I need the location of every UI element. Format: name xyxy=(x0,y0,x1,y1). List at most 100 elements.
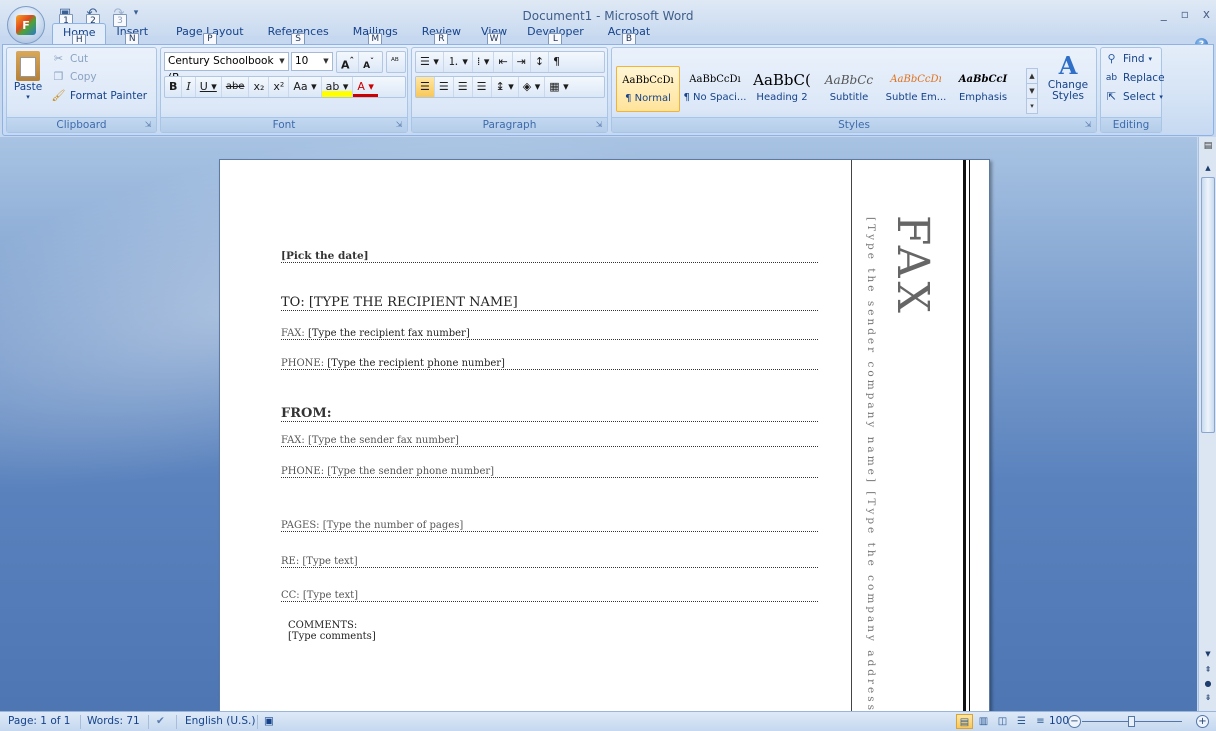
restore-button[interactable]: ▫ xyxy=(1181,7,1189,21)
font-launcher-icon[interactable]: ⇲ xyxy=(394,120,404,130)
numbering-icon[interactable]: ⒈ ▾ xyxy=(444,52,473,72)
recipient-fax-field[interactable]: FAX: [Type the recipient fax number] xyxy=(281,328,818,340)
replace-button[interactable]: ab Replace xyxy=(1104,70,1165,85)
line-spacing-icon[interactable]: ↨ ▾ xyxy=(492,77,519,97)
format-painter-button[interactable]: 🖌 Format Painter xyxy=(51,88,148,103)
change-case-icon[interactable]: Aa ▾ xyxy=(289,77,322,97)
date-field[interactable]: [Pick the date] xyxy=(281,250,818,263)
paste-button[interactable]: Paste ▾ xyxy=(10,51,46,101)
view-ruler-icon[interactable]: ▤ xyxy=(1201,139,1215,153)
italic-icon[interactable]: I xyxy=(182,77,196,97)
style-heading-2[interactable]: AaBbC( Heading 2 xyxy=(750,66,814,112)
style-subtle-emphasis[interactable]: AaBbCcDı Subtle Em... xyxy=(884,66,948,112)
bullets-icon[interactable]: ☰ ▾ xyxy=(416,52,444,72)
font-size-combo[interactable]: 10 ▼ xyxy=(291,52,333,71)
word-count[interactable]: Words: 71 xyxy=(87,715,140,727)
underline-icon[interactable]: U ▾ xyxy=(196,77,222,97)
align-left-icon[interactable]: ☰ xyxy=(416,77,435,97)
scroll-up-icon[interactable]: ▲ xyxy=(1027,69,1037,84)
office-button[interactable]: F xyxy=(7,6,45,44)
change-styles-button[interactable]: A Change Styles xyxy=(1044,52,1092,102)
decrease-indent-icon[interactable]: ⇤ xyxy=(494,52,513,72)
cut-button[interactable]: ✂ Cut xyxy=(51,51,88,66)
redo-button[interactable]: ↷ 3 xyxy=(110,4,128,27)
outline-icon[interactable]: ☰ xyxy=(1013,714,1030,729)
styles-gallery-scroll[interactable]: ▲ ▼ ▾ xyxy=(1026,68,1038,114)
tab-mailings[interactable]: Mailings M xyxy=(343,23,408,46)
tab-references[interactable]: References S xyxy=(258,23,339,46)
highlight-icon[interactable]: ab ▾ xyxy=(321,77,354,97)
page-count[interactable]: Page: 1 of 1 xyxy=(8,715,70,727)
style-no-spacing[interactable]: AaBbCcDı ¶ No Spaci... xyxy=(683,66,747,112)
style-subtitle[interactable]: AaBbCc Subtitle xyxy=(817,66,881,112)
paragraph-launcher-icon[interactable]: ⇲ xyxy=(594,120,604,130)
style-emphasis[interactable]: AaBbCcI Emphasis xyxy=(951,66,1015,112)
zoom-in-icon[interactable]: + xyxy=(1196,715,1209,728)
shrink-font-icon[interactable]: Aˇ xyxy=(359,52,378,72)
document-page[interactable]: [Pick the date] TO: [TYPE THE RECIPIENT … xyxy=(219,159,990,711)
web-layout-icon[interactable]: ◫ xyxy=(994,714,1011,729)
tab-home[interactable]: Home H xyxy=(52,23,107,47)
borders-icon[interactable]: ▦ ▾ xyxy=(545,77,572,97)
tab-acrobat[interactable]: Acrobat B xyxy=(598,23,660,46)
save-button[interactable]: ▣ 1 xyxy=(56,4,74,27)
font-color-icon[interactable]: A ▾ xyxy=(353,77,378,97)
draft-icon[interactable]: ≡ xyxy=(1032,714,1049,729)
align-right-icon[interactable]: ☰ xyxy=(454,77,473,97)
copy-button[interactable]: ❐ Copy xyxy=(51,69,97,84)
strikethrough-icon[interactable]: abe xyxy=(222,77,250,97)
superscript-icon[interactable]: x² xyxy=(269,77,290,97)
sender-company-sidebar[interactable]: [Type the sender company name] [Type the… xyxy=(865,217,877,711)
multilevel-list-icon[interactable]: ⁞ ▾ xyxy=(473,52,495,72)
recipient-name-field[interactable]: TO: [TYPE THE RECIPIENT NAME] xyxy=(281,295,818,311)
grow-font-icon[interactable]: Aˆ xyxy=(337,52,360,72)
previous-page-icon[interactable]: ⇞ xyxy=(1201,665,1215,677)
find-button[interactable]: ⚲ Find ▾ xyxy=(1104,51,1152,66)
tab-developer[interactable]: Developer L xyxy=(517,23,594,46)
tab-review[interactable]: Review R xyxy=(412,23,471,46)
print-layout-icon[interactable]: ▤ xyxy=(956,714,973,729)
scroll-up-icon[interactable]: ▲ xyxy=(1201,161,1215,175)
scroll-down-icon[interactable]: ▼ xyxy=(1027,84,1037,99)
style-normal[interactable]: AaBbCcDı ¶ Normal xyxy=(616,66,680,112)
full-screen-reading-icon[interactable]: ▥ xyxy=(975,714,992,729)
font-name-combo[interactable]: Century Schoolbook (B▼ xyxy=(164,52,289,84)
pages-field[interactable]: PAGES: [Type the number of pages] xyxy=(281,520,818,532)
show-formatting-icon[interactable]: ¶ xyxy=(549,52,564,72)
next-page-icon[interactable]: ⇟ xyxy=(1201,693,1215,705)
browse-object-icon[interactable]: ● xyxy=(1201,679,1215,691)
subscript-icon[interactable]: x₂ xyxy=(249,77,270,97)
tab-view[interactable]: View W xyxy=(471,23,517,46)
re-field[interactable]: RE: [Type text] xyxy=(281,556,818,568)
undo-button[interactable]: ↶ 2 xyxy=(83,4,101,27)
tab-page-layout[interactable]: Page Layout P xyxy=(166,23,254,46)
vertical-scrollbar[interactable]: ▤ ▲ ▼ ⇞ ● ⇟ xyxy=(1198,137,1216,711)
scroll-thumb[interactable] xyxy=(1201,177,1215,433)
zoom-slider-thumb[interactable] xyxy=(1128,716,1135,727)
align-center-icon[interactable]: ☰ xyxy=(435,77,454,97)
tab-insert[interactable]: Insert N xyxy=(106,23,158,46)
macro-recording-icon[interactable]: ▣ xyxy=(264,715,274,727)
close-button[interactable]: x xyxy=(1203,7,1210,21)
select-button[interactable]: ⇱ Select ▾ xyxy=(1104,89,1163,104)
recipient-phone-field[interactable]: PHONE: [Type the recipient phone number] xyxy=(281,358,818,370)
clear-formatting-button[interactable]: ᴬᴮ xyxy=(386,51,406,73)
customize-qat-icon[interactable]: ▾ xyxy=(131,4,141,22)
minimize-button[interactable]: _ xyxy=(1161,7,1167,21)
clipboard-launcher-icon[interactable]: ⇲ xyxy=(143,120,153,130)
proofing-icon[interactable]: ✔ xyxy=(156,715,165,727)
language[interactable]: English (U.S.) xyxy=(185,715,255,727)
increase-indent-icon[interactable]: ⇥ xyxy=(513,52,531,72)
sender-phone-field[interactable]: PHONE: [Type the sender phone number] xyxy=(281,466,818,478)
shading-icon[interactable]: ◈ ▾ xyxy=(519,77,546,97)
bold-icon[interactable]: B xyxy=(165,77,183,97)
from-heading[interactable]: FROM: xyxy=(281,406,818,422)
justify-icon[interactable]: ☰ xyxy=(473,77,492,97)
sort-icon[interactable]: ↕ xyxy=(531,52,550,72)
comments-block[interactable]: COMMENTS: [Type comments] xyxy=(288,620,376,642)
more-styles-icon[interactable]: ▾ xyxy=(1027,99,1037,114)
sender-fax-field[interactable]: FAX: [Type the sender fax number] xyxy=(281,435,818,447)
scroll-down-icon[interactable]: ▼ xyxy=(1201,647,1215,661)
cc-field[interactable]: CC: [Type text] xyxy=(281,590,818,602)
styles-launcher-icon[interactable]: ⇲ xyxy=(1083,120,1093,130)
